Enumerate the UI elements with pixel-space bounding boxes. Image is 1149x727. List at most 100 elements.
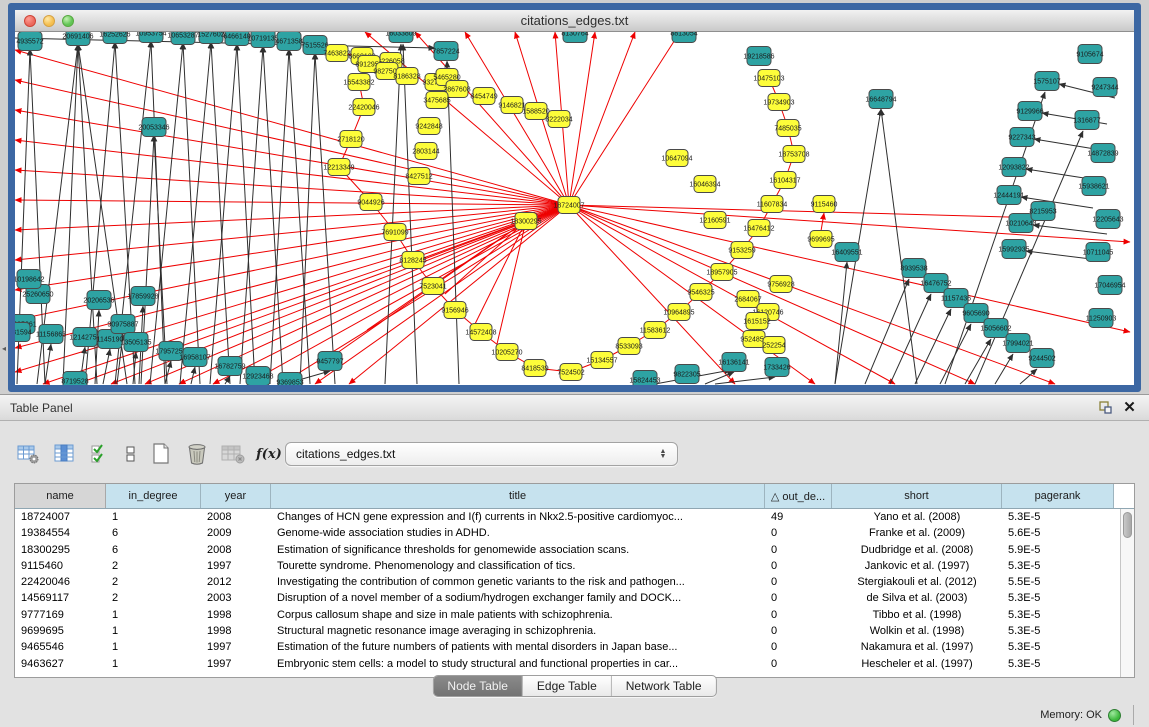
select-all-icon[interactable] bbox=[86, 441, 116, 467]
graph-node-label: 17046954 bbox=[1094, 283, 1125, 290]
graph-node-label: 9457797 bbox=[316, 359, 343, 366]
graph-node-label: 11157436 bbox=[941, 296, 971, 303]
graph-node-label: 9247344 bbox=[1091, 85, 1118, 92]
graph-node-label: 16648794 bbox=[865, 97, 896, 104]
column-header-short[interactable]: short bbox=[832, 484, 1002, 508]
table-cell: 1 bbox=[106, 607, 201, 623]
table-row[interactable]: 1456911722003Disruption of a novel membe… bbox=[15, 590, 1134, 606]
graph-nodes[interactable]: 4935572206914061625262610953754106532871… bbox=[15, 32, 1126, 385]
table-cell: 9777169 bbox=[15, 607, 106, 623]
graph-node-label: 13505135 bbox=[120, 340, 151, 347]
network-window-titlebar[interactable]: citations_edges.txt bbox=[15, 10, 1134, 32]
column-header-outde[interactable]: △ out_de... bbox=[765, 484, 832, 508]
table-cell: 5.3E-5 bbox=[1002, 623, 1114, 639]
graph-node-label: 9605690 bbox=[962, 311, 989, 318]
table-header-row: namein_degreeyeartitle△ out_de...shortpa… bbox=[15, 484, 1134, 509]
graph-node-label: 17994021 bbox=[1002, 341, 1033, 348]
table-cell: 5.6E-5 bbox=[1002, 525, 1114, 541]
table-row[interactable]: 1830029562008Estimation of significance … bbox=[15, 542, 1134, 558]
graph-edge bbox=[240, 46, 263, 384]
graph-node-label: 9156946 bbox=[441, 308, 468, 315]
table-cell: 6 bbox=[106, 525, 201, 541]
graph-node-label: 18753708 bbox=[778, 152, 809, 159]
graph-node-label: 12160591 bbox=[699, 218, 730, 225]
graph-edge bbox=[237, 44, 255, 384]
table-row[interactable]: 946554611997Estimation of the future num… bbox=[15, 639, 1134, 655]
table-row[interactable]: 911546021997Tourette syndrome. Phenomeno… bbox=[15, 558, 1134, 574]
zoom-window-button[interactable] bbox=[62, 15, 74, 27]
graph-edge bbox=[183, 43, 200, 384]
column-header-title[interactable]: title bbox=[271, 484, 765, 508]
attribute-table: namein_degreeyeartitle△ out_de...shortpa… bbox=[14, 483, 1135, 678]
tab-edge-table[interactable]: Edge Table bbox=[523, 676, 612, 696]
column-header-indegree[interactable]: in_degree bbox=[106, 484, 201, 508]
table-selector[interactable]: citations_edges.txt ▲▼ bbox=[285, 442, 678, 466]
table-cell: Disruption of a novel member of a sodium… bbox=[271, 590, 765, 606]
close-window-button[interactable] bbox=[24, 15, 36, 27]
status-bar: Memory: OK bbox=[1040, 703, 1149, 727]
column-header-year[interactable]: year bbox=[201, 484, 271, 508]
new-table-icon[interactable] bbox=[146, 441, 176, 467]
table-cell: Hescheler et al. (1997) bbox=[832, 656, 1002, 672]
network-canvas-area[interactable]: 4935572206914061625262610953754106532871… bbox=[15, 32, 1134, 385]
status-separator bbox=[1133, 705, 1134, 725]
table-cell: de Silva et al. (2003) bbox=[832, 590, 1002, 606]
table-row[interactable]: 1872400712008Changes of HCN gene express… bbox=[15, 509, 1134, 525]
table-cell: 1997 bbox=[201, 558, 271, 574]
table-cell: 9115460 bbox=[15, 558, 106, 574]
table-panel-title: Table Panel bbox=[10, 401, 73, 415]
close-panel-icon[interactable]: ✕ bbox=[1122, 400, 1137, 415]
minimize-window-button[interactable] bbox=[43, 15, 55, 27]
graph-edge bbox=[15, 200, 569, 205]
table-cell: 1 bbox=[106, 509, 201, 525]
import-table-icon[interactable] bbox=[218, 441, 248, 467]
table-row[interactable]: 1938455462009Genome-wide association stu… bbox=[15, 525, 1134, 541]
tab-network-table[interactable]: Network Table bbox=[612, 676, 716, 696]
table-settings-icon[interactable] bbox=[14, 441, 44, 467]
table-cell: 1998 bbox=[201, 607, 271, 623]
float-panel-icon[interactable] bbox=[1097, 400, 1113, 416]
column-header-name[interactable]: name bbox=[15, 484, 106, 508]
graph-node-label: 9699695 bbox=[807, 237, 834, 244]
graph-node-label: 16476752 bbox=[920, 281, 951, 288]
delete-table-icon[interactable] bbox=[182, 441, 212, 467]
table-cell: 0 bbox=[765, 574, 832, 590]
graph-node-label: 7524502 bbox=[557, 370, 584, 377]
graph-node-label: 14572408 bbox=[465, 330, 496, 337]
table-row[interactable]: 969969511998Structural magnetic resonanc… bbox=[15, 623, 1134, 639]
graph-edge bbox=[45, 344, 51, 384]
table-cell: 49 bbox=[765, 509, 832, 525]
graph-node-label: 10711045 bbox=[1083, 250, 1114, 257]
graph-node-label: 16104317 bbox=[769, 178, 800, 185]
graph-node-label: 8813054 bbox=[670, 32, 697, 38]
graph-node-label: 10964895 bbox=[663, 310, 694, 317]
table-cell: 1997 bbox=[201, 656, 271, 672]
vertical-scrollbar[interactable] bbox=[1120, 509, 1134, 677]
graph-node-label: 12444191 bbox=[993, 193, 1024, 200]
graph-node-label: 10475103 bbox=[753, 76, 784, 83]
table-row[interactable]: 2242004622012Investigating the contribut… bbox=[15, 574, 1134, 590]
table-row[interactable]: 946362711997Embryonic stem cells: a mode… bbox=[15, 656, 1134, 672]
rows-icon[interactable] bbox=[122, 441, 140, 467]
graph-edge bbox=[569, 32, 680, 205]
tab-node-table[interactable]: Node Table bbox=[433, 676, 523, 696]
scrollbar-thumb[interactable] bbox=[1123, 512, 1132, 538]
graph-edge bbox=[15, 170, 569, 205]
table-cell: Structural magnetic resonance image aver… bbox=[271, 623, 765, 639]
select-columns-icon[interactable] bbox=[50, 441, 80, 467]
graph-node-label: 9242848 bbox=[415, 124, 442, 131]
collapsed-panel-handle[interactable]: ◂ bbox=[0, 342, 8, 356]
table-cell: 0 bbox=[765, 590, 832, 606]
table-cell: Yano et al. (2008) bbox=[832, 509, 1002, 525]
graph-node-label: 11156863 bbox=[36, 332, 66, 339]
table-cell: 5.9E-5 bbox=[1002, 542, 1114, 558]
column-header-pagerank[interactable]: pagerank bbox=[1002, 484, 1114, 508]
table-cell: 14569117 bbox=[15, 590, 106, 606]
table-cell: Estimation of significance thresholds fo… bbox=[271, 542, 765, 558]
table-cell: Wolkin et al. (1998) bbox=[832, 623, 1002, 639]
table-row[interactable]: 977716911998Corpus callosum shape and si… bbox=[15, 607, 1134, 623]
function-builder-icon[interactable]: f(x) bbox=[254, 441, 284, 467]
memory-indicator[interactable] bbox=[1108, 709, 1121, 722]
graph-node-label: 15992935 bbox=[998, 247, 1029, 254]
graph-node-label: 9369853 bbox=[276, 380, 303, 386]
